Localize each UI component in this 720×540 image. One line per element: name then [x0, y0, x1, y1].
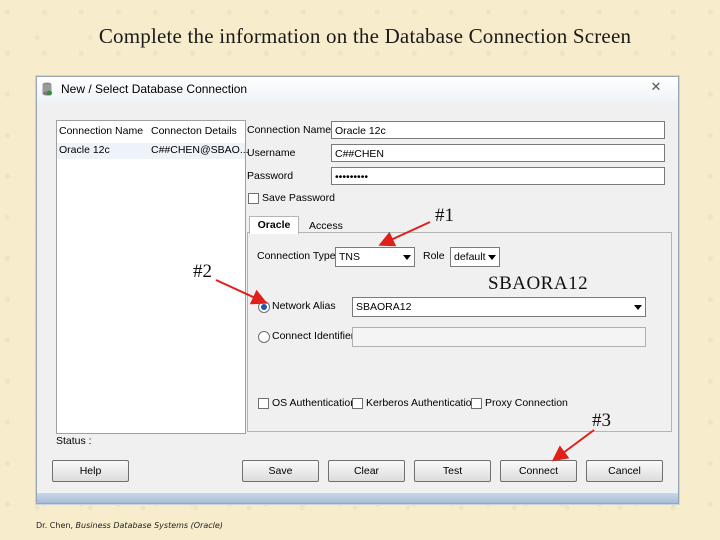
connect-button[interactable]: Connect	[500, 460, 577, 482]
status-label: Status :	[56, 435, 92, 447]
network-alias-value: SBAORA12	[356, 301, 412, 313]
close-icon[interactable]: ✕	[645, 79, 667, 95]
network-alias-select[interactable]: SBAORA12	[352, 297, 646, 317]
list-item-details: C##CHEN@SBAO...	[151, 144, 249, 156]
annotation-2: #2	[193, 261, 212, 282]
role-value: default	[454, 251, 486, 263]
column-header-connection-details[interactable]: Connecton Details	[151, 125, 237, 137]
list-header: Connection Name Connecton Details	[57, 125, 245, 141]
connect-identifier-label: Connect Identifier	[272, 330, 355, 342]
connect-identifier-radio[interactable]	[258, 331, 270, 343]
password-input[interactable]: •••••••••	[331, 167, 665, 185]
test-button[interactable]: Test	[414, 460, 491, 482]
os-authentication-checkbox[interactable]	[258, 398, 269, 409]
proxy-connection-checkbox[interactable]	[471, 398, 482, 409]
clear-button[interactable]: Clear	[328, 460, 405, 482]
chevron-down-icon	[634, 305, 642, 310]
chevron-down-icon	[403, 255, 411, 260]
annotation-3: #3	[592, 410, 611, 431]
footer-course: Business Database Systems (Oracle)	[75, 521, 223, 530]
network-alias-label: Network Alias	[272, 300, 336, 312]
column-header-connection-name[interactable]: Connection Name	[59, 125, 143, 137]
tab-access[interactable]: Access	[309, 220, 343, 232]
username-input[interactable]: C##CHEN	[331, 144, 665, 162]
connect-identifier-input[interactable]	[352, 327, 646, 347]
save-password-label: Save Password	[262, 192, 335, 204]
connection-name-input[interactable]: Oracle 12c	[331, 121, 665, 139]
role-label: Role	[423, 250, 445, 262]
slide-footer: Dr. Chen, Business Database Systems (Ora…	[36, 521, 223, 530]
chevron-down-icon	[488, 255, 496, 260]
role-select[interactable]: default	[450, 247, 500, 267]
connection-type-label: Connection Type	[257, 250, 336, 262]
dialog-title: New / Select Database Connection	[61, 82, 248, 96]
connection-type-value: TNS	[339, 251, 360, 263]
connection-list[interactable]: Connection Name Connecton Details Oracle…	[56, 120, 249, 434]
tab-oracle[interactable]: Oracle	[249, 216, 299, 234]
connection-name-label: Connection Name	[247, 124, 332, 136]
username-label: Username	[247, 147, 296, 159]
dialog-titlebar: New / Select Database Connection ✕	[37, 77, 678, 103]
annotation-alias-callout: SBAORA12	[488, 273, 589, 294]
save-password-checkbox[interactable]	[248, 193, 259, 204]
annotation-1: #1	[435, 205, 454, 226]
footer-author: Dr. Chen,	[36, 521, 76, 530]
cancel-button[interactable]: Cancel	[586, 460, 663, 482]
list-item[interactable]: Oracle 12c C##CHEN@SBAO...	[57, 143, 249, 159]
password-label: Password	[247, 170, 294, 182]
database-icon	[42, 82, 52, 96]
kerberos-authentication-label: Kerberos Authentication	[366, 397, 478, 409]
slide-title: Complete the information on the Database…	[98, 24, 632, 48]
dialog-bottom-border	[37, 493, 678, 503]
kerberos-authentication-checkbox[interactable]	[352, 398, 363, 409]
connection-type-select[interactable]: TNS	[335, 247, 415, 267]
list-item-name: Oracle 12c	[59, 144, 110, 156]
save-button[interactable]: Save	[242, 460, 319, 482]
network-alias-radio[interactable]	[258, 301, 270, 313]
oracle-tab-panel: Connection Type TNS Role default Network…	[247, 232, 672, 432]
os-authentication-label: OS Authentication	[272, 397, 357, 409]
help-button[interactable]: Help	[52, 460, 129, 482]
proxy-connection-label: Proxy Connection	[485, 397, 568, 409]
